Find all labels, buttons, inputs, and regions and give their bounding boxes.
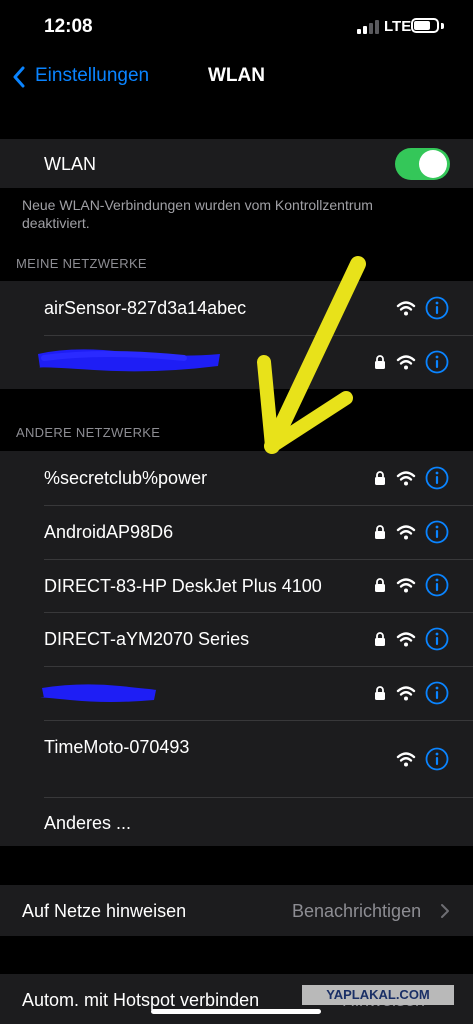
other-network-row[interactable]: Anderes ... <box>0 797 473 846</box>
ask-join-row[interactable]: Auf Netze hinweisen Benachrichtigen <box>0 885 473 936</box>
redaction-scribble <box>40 684 157 702</box>
info-icon[interactable] <box>425 627 449 651</box>
info-icon[interactable] <box>425 681 449 705</box>
network-type: LTE <box>384 18 412 35</box>
home-indicator <box>151 1009 321 1014</box>
page-title: WLAN <box>208 65 265 86</box>
ask-join-value: Benachrichtigen <box>292 901 422 921</box>
lock-icon <box>375 525 385 539</box>
wifi-signal-icon <box>396 752 416 767</box>
wlan-footnote: Neue WLAN-Verbindungen wurden vom Kontro… <box>22 197 373 231</box>
ask-join-label: Auf Netze hinweisen <box>22 901 187 921</box>
wifi-signal-icon <box>396 471 416 486</box>
status-time: 12:08 <box>44 16 93 37</box>
wifi-signal-icon <box>396 632 416 647</box>
other-networks-header: ANDERE NETZWERKE <box>16 425 161 440</box>
lock-icon <box>375 471 385 485</box>
wifi-signal-icon <box>396 525 416 540</box>
lock-icon <box>375 578 385 592</box>
network-name: %secretclub%power <box>44 468 208 488</box>
redaction-scribble <box>38 349 220 372</box>
network-name: DIRECT-83-HP DeskJet Plus 4100 <box>44 576 322 596</box>
annotation-arrow <box>257 256 366 454</box>
chevron-right-icon <box>441 904 449 918</box>
info-icon[interactable] <box>425 296 449 320</box>
network-name: TimeMoto-070493 <box>44 737 190 757</box>
my-networks-header: MEINE NETZWERKE <box>16 256 147 271</box>
network-name: airSensor-827d3a14abec <box>44 298 247 318</box>
lock-icon <box>375 632 385 646</box>
info-icon[interactable] <box>425 350 449 374</box>
cellular-signal-icon <box>357 20 379 34</box>
other-network-label: Anderes ... <box>44 813 132 833</box>
wlan-toggle-knob <box>419 150 447 178</box>
battery-level <box>414 21 430 30</box>
info-icon[interactable] <box>425 573 449 597</box>
info-icon[interactable] <box>425 466 449 490</box>
wifi-signal-icon <box>396 355 416 370</box>
network-name: AndroidAP98D6 <box>44 522 174 542</box>
lock-icon <box>375 686 385 700</box>
watermark: YAPLAKAL.COM <box>302 985 454 1005</box>
battery-cap <box>441 23 444 29</box>
info-icon[interactable] <box>425 520 449 544</box>
wifi-signal-icon <box>396 686 416 701</box>
other-networks-list: %secretclub%power AndroidAP98D6 DIRECT-8… <box>0 451 473 846</box>
network-name: DIRECT-aYM2070 Series <box>44 629 250 649</box>
auto-hotspot-label: Autom. mit Hotspot verbinden <box>22 990 260 1010</box>
wlan-label: WLAN <box>44 154 97 174</box>
wifi-signal-icon <box>396 301 416 316</box>
wifi-signal-icon <box>396 578 416 593</box>
info-icon[interactable] <box>425 747 449 771</box>
